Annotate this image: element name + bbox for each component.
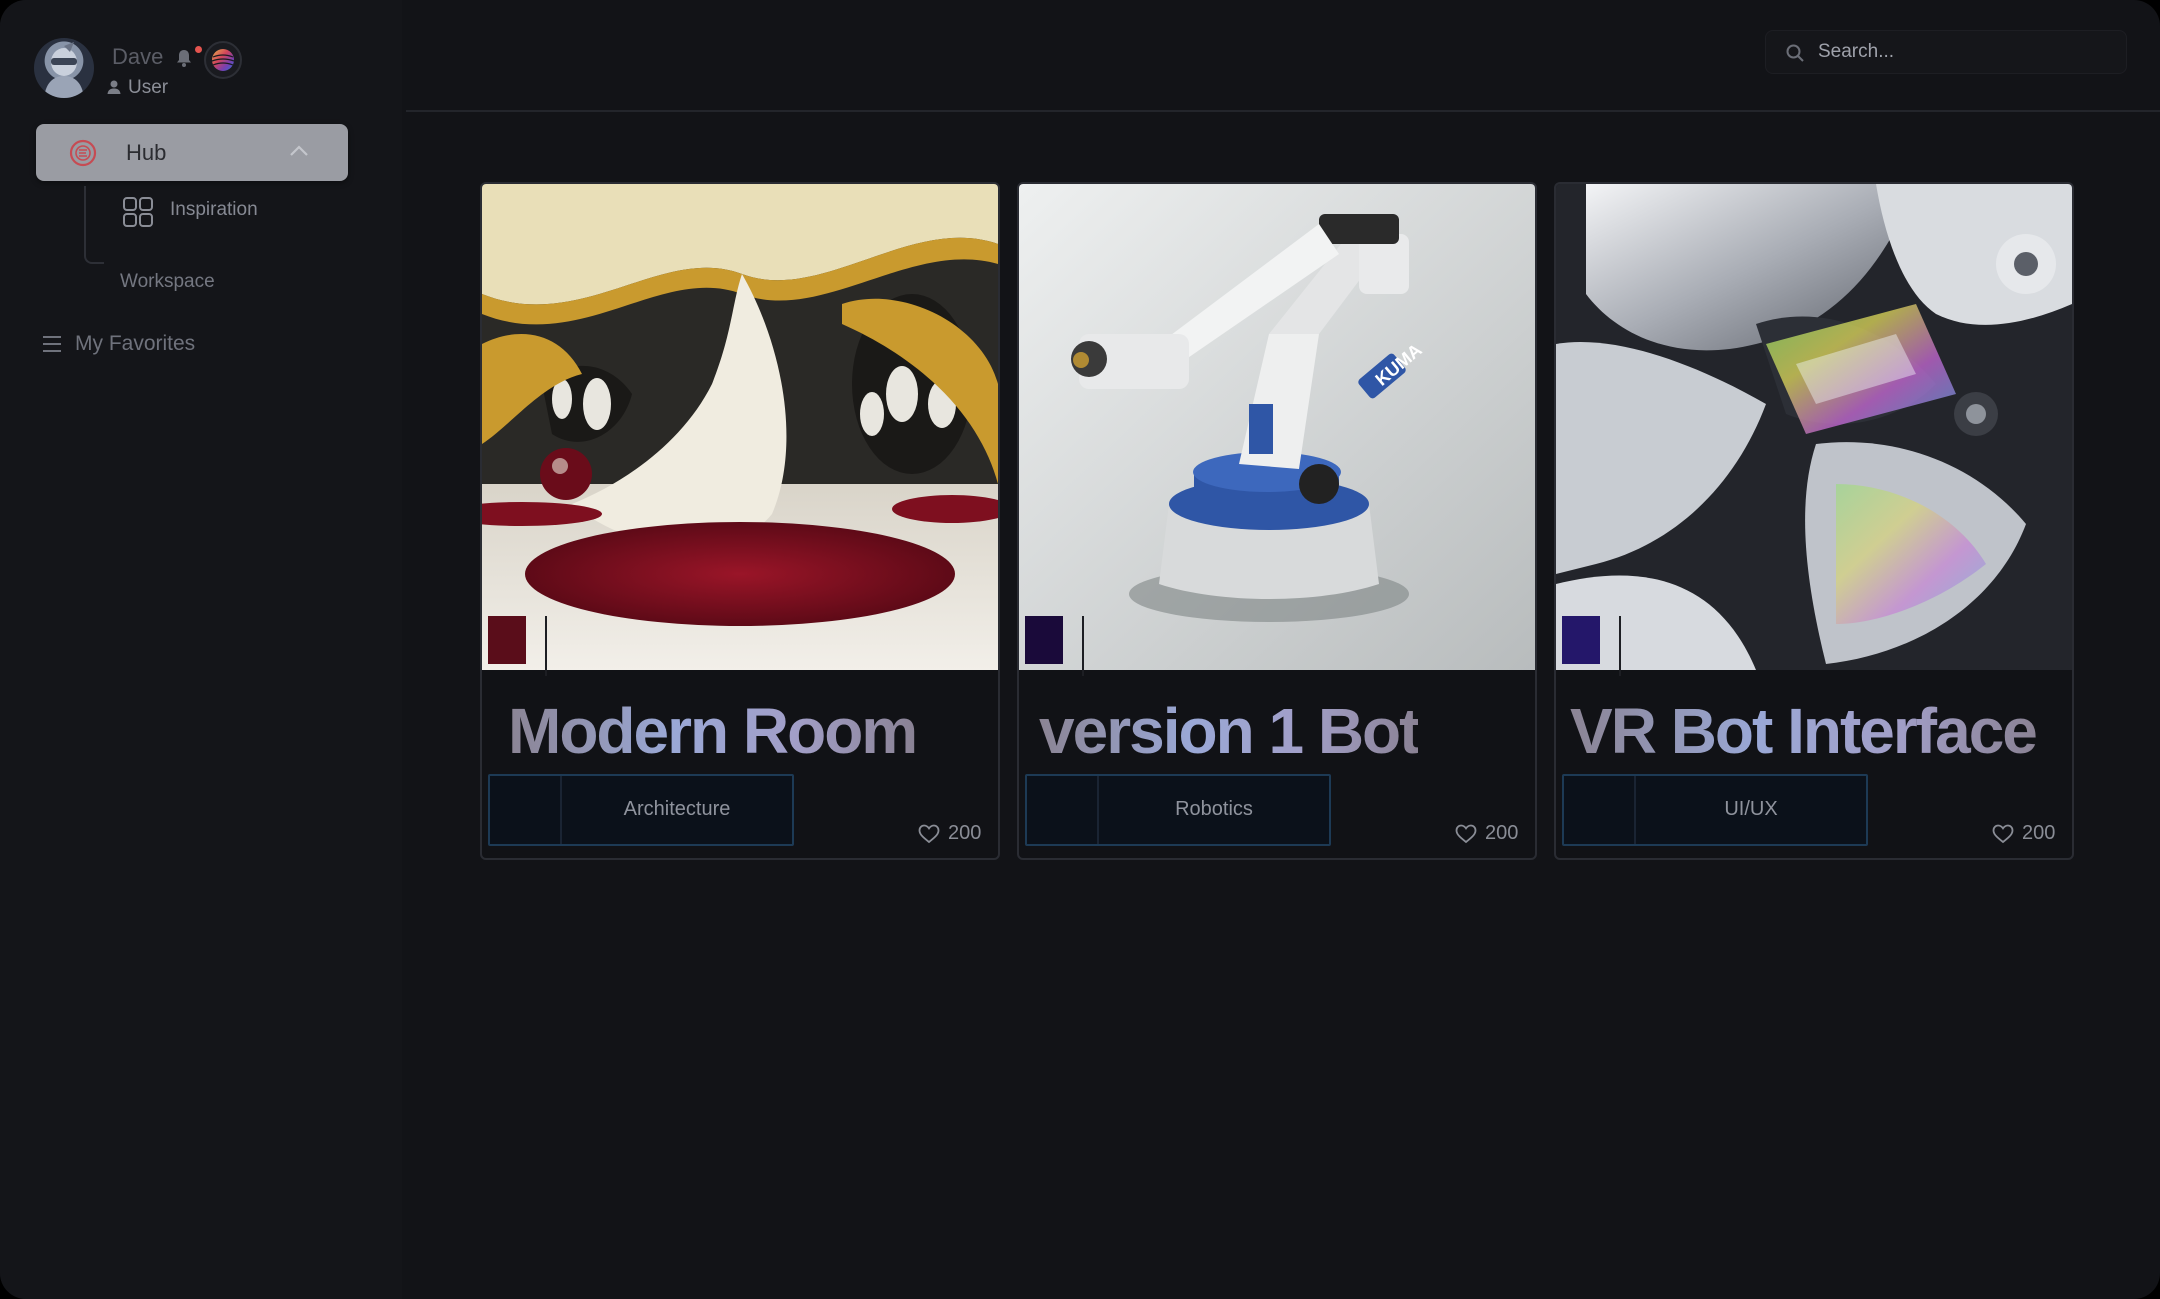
tag-color-box: [1027, 776, 1099, 844]
tag-color-box: [1564, 776, 1636, 844]
color-swatch: [1562, 616, 1600, 664]
color-sphere-icon[interactable]: [204, 41, 242, 79]
color-swatch: [488, 616, 526, 664]
sidebar-item-inspiration[interactable]: Inspiration: [170, 199, 258, 221]
tree-connector: [84, 186, 104, 264]
tag-color-box: [490, 776, 562, 844]
card-image[interactable]: [482, 184, 998, 670]
tag-label: UI/UX: [1724, 798, 1778, 820]
color-swatch: [1025, 616, 1063, 664]
tag-label: Architecture: [623, 798, 731, 820]
swatch-divider: [1619, 616, 1621, 676]
sidebar-item-my-favorites[interactable]: My Favorites: [75, 332, 195, 356]
user-name: Dave: [112, 44, 164, 69]
card-modern-room[interactable]: Modern Room Architecture 200: [480, 182, 1000, 860]
category-tag[interactable]: Architecture: [488, 774, 794, 846]
card-vr-bot-interface[interactable]: VR Bot Interface UI/UX 200: [1554, 182, 2074, 860]
swatch-divider: [545, 616, 547, 676]
card-title: version 1 Bot: [1039, 695, 1420, 767]
search-bar[interactable]: [1765, 30, 2127, 74]
card-image[interactable]: KUMA: [1019, 184, 1535, 670]
category-tag[interactable]: Robotics: [1025, 774, 1331, 846]
heart-icon[interactable]: [1992, 824, 2014, 844]
search-icon: [1786, 44, 1804, 62]
notification-dot: [195, 46, 202, 53]
app-window: Dave User Hub Inspiration Workspace My F…: [0, 0, 2160, 1299]
header-divider: [406, 110, 2160, 112]
swatch-divider: [1082, 616, 1084, 676]
avatar[interactable]: [34, 38, 94, 98]
like-count: 200: [1485, 822, 1519, 844]
user-role: User: [128, 77, 169, 98]
bell-icon[interactable]: [174, 48, 194, 68]
category-tag[interactable]: UI/UX: [1562, 774, 1868, 846]
hub-logo-icon: [69, 139, 97, 167]
card-title: Modern Room: [508, 695, 918, 767]
user-icon: [107, 80, 121, 94]
menu-icon: [43, 336, 61, 352]
search-input[interactable]: [1818, 31, 2118, 73]
like-count: 200: [948, 822, 982, 844]
card-image[interactable]: [1556, 184, 2072, 670]
card-version-1-bot[interactable]: KUMA version 1 Bot Robotics 200: [1017, 182, 1537, 860]
grid-icon: [123, 197, 153, 227]
like-count: 200: [2022, 822, 2056, 844]
heart-icon[interactable]: [1455, 824, 1477, 844]
tag-label: Robotics: [1175, 798, 1253, 820]
sidebar-item-hub-label: Hub: [126, 140, 167, 165]
chevron-up-icon[interactable]: [288, 143, 310, 159]
sidebar: Dave User Hub Inspiration Workspace My F…: [0, 0, 402, 1299]
sidebar-item-workspace[interactable]: Workspace: [120, 271, 215, 293]
card-title: VR Bot Interface: [1570, 695, 2038, 767]
heart-icon[interactable]: [918, 824, 940, 844]
